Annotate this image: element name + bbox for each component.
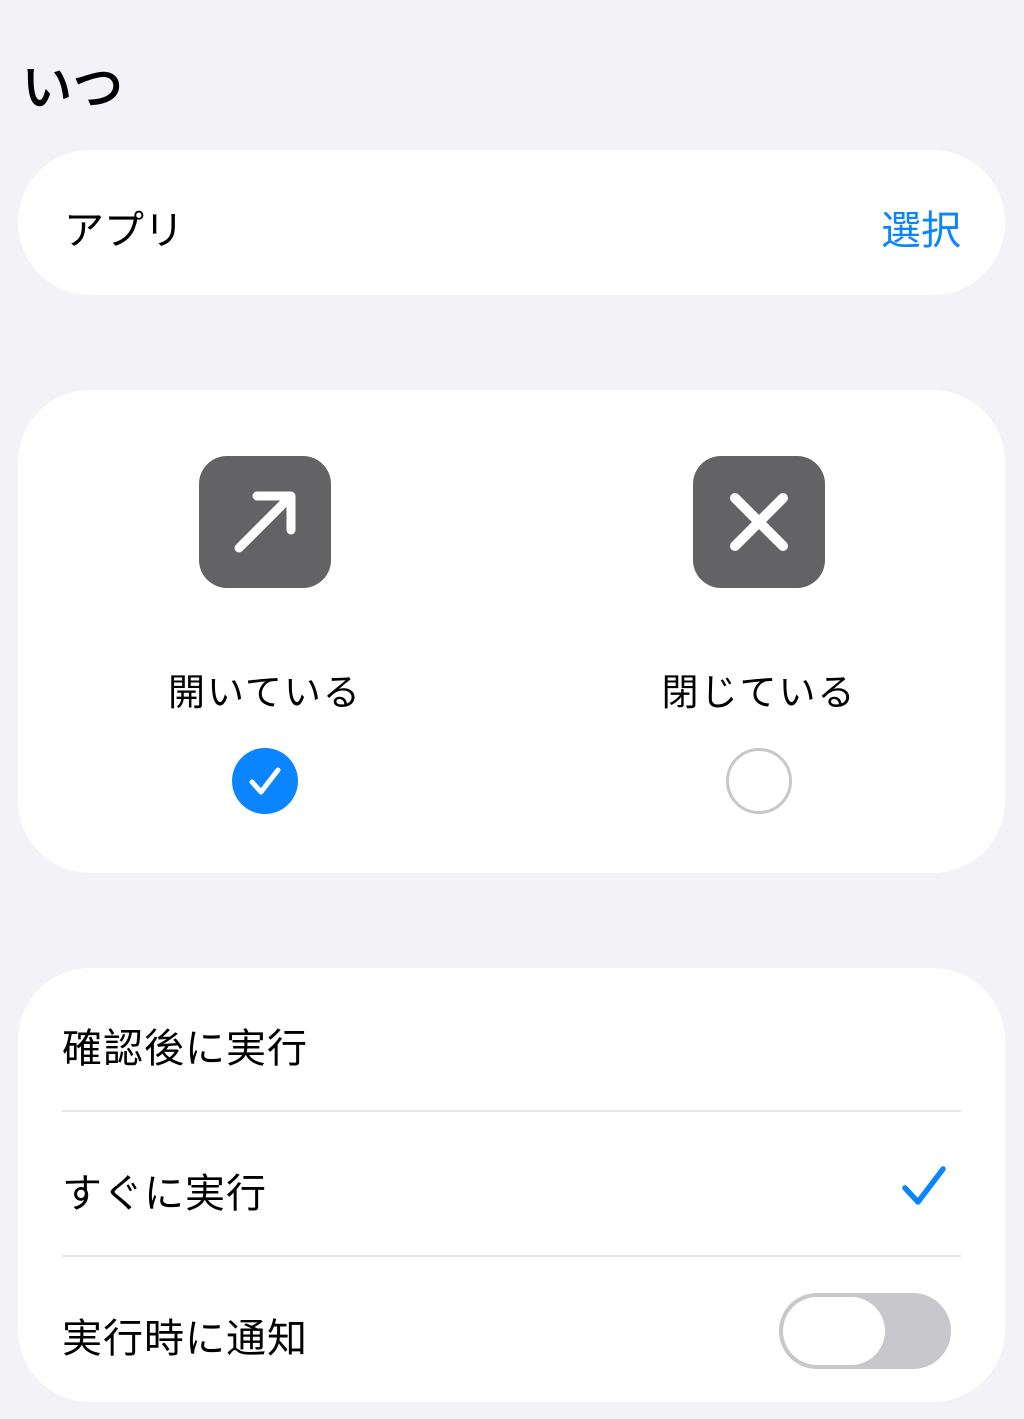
- section-title: いつ: [22, 59, 124, 117]
- run-after-confirmation-label: 確認後に実行: [62, 1026, 308, 1072]
- automation-page: いつ アプリ 選択 開いている 閉じている 確認後に実行 すぐに実行 実行時に通…: [0, 0, 1024, 1419]
- divider: [62, 1255, 961, 1257]
- divider: [62, 1110, 961, 1112]
- xmark-icon: [693, 456, 825, 588]
- radio-selected[interactable]: [232, 748, 298, 814]
- option-label-open: 開いている: [168, 671, 362, 714]
- notify-toggle[interactable]: [779, 1293, 951, 1369]
- run-immediately-label: すぐに実行: [62, 1171, 267, 1217]
- run-immediately-row[interactable]: すぐに実行: [62, 1113, 961, 1258]
- toggle-knob: [783, 1297, 885, 1365]
- option-label-closed: 閉じている: [661, 671, 857, 714]
- arrow-up-right-icon: [199, 456, 331, 588]
- radio-unselected[interactable]: [726, 748, 792, 814]
- run-options-card: 確認後に実行 すぐに実行 実行時に通知: [18, 968, 1005, 1402]
- app-state-card: 開いている 閉じている: [18, 390, 1005, 873]
- notify-when-run-label: 実行時に通知: [62, 1316, 308, 1362]
- app-card: アプリ 選択: [18, 150, 1005, 295]
- run-after-confirmation-row[interactable]: 確認後に実行: [62, 968, 961, 1113]
- checkmark-icon: [902, 1166, 946, 1205]
- option-is-closed[interactable]: 閉じている: [659, 456, 859, 826]
- app-label: アプリ: [64, 208, 184, 254]
- option-is-opened[interactable]: 開いている: [165, 456, 365, 826]
- choose-app-button[interactable]: 選択: [881, 198, 961, 256]
- notify-when-run-row: 実行時に通知: [62, 1258, 961, 1403]
